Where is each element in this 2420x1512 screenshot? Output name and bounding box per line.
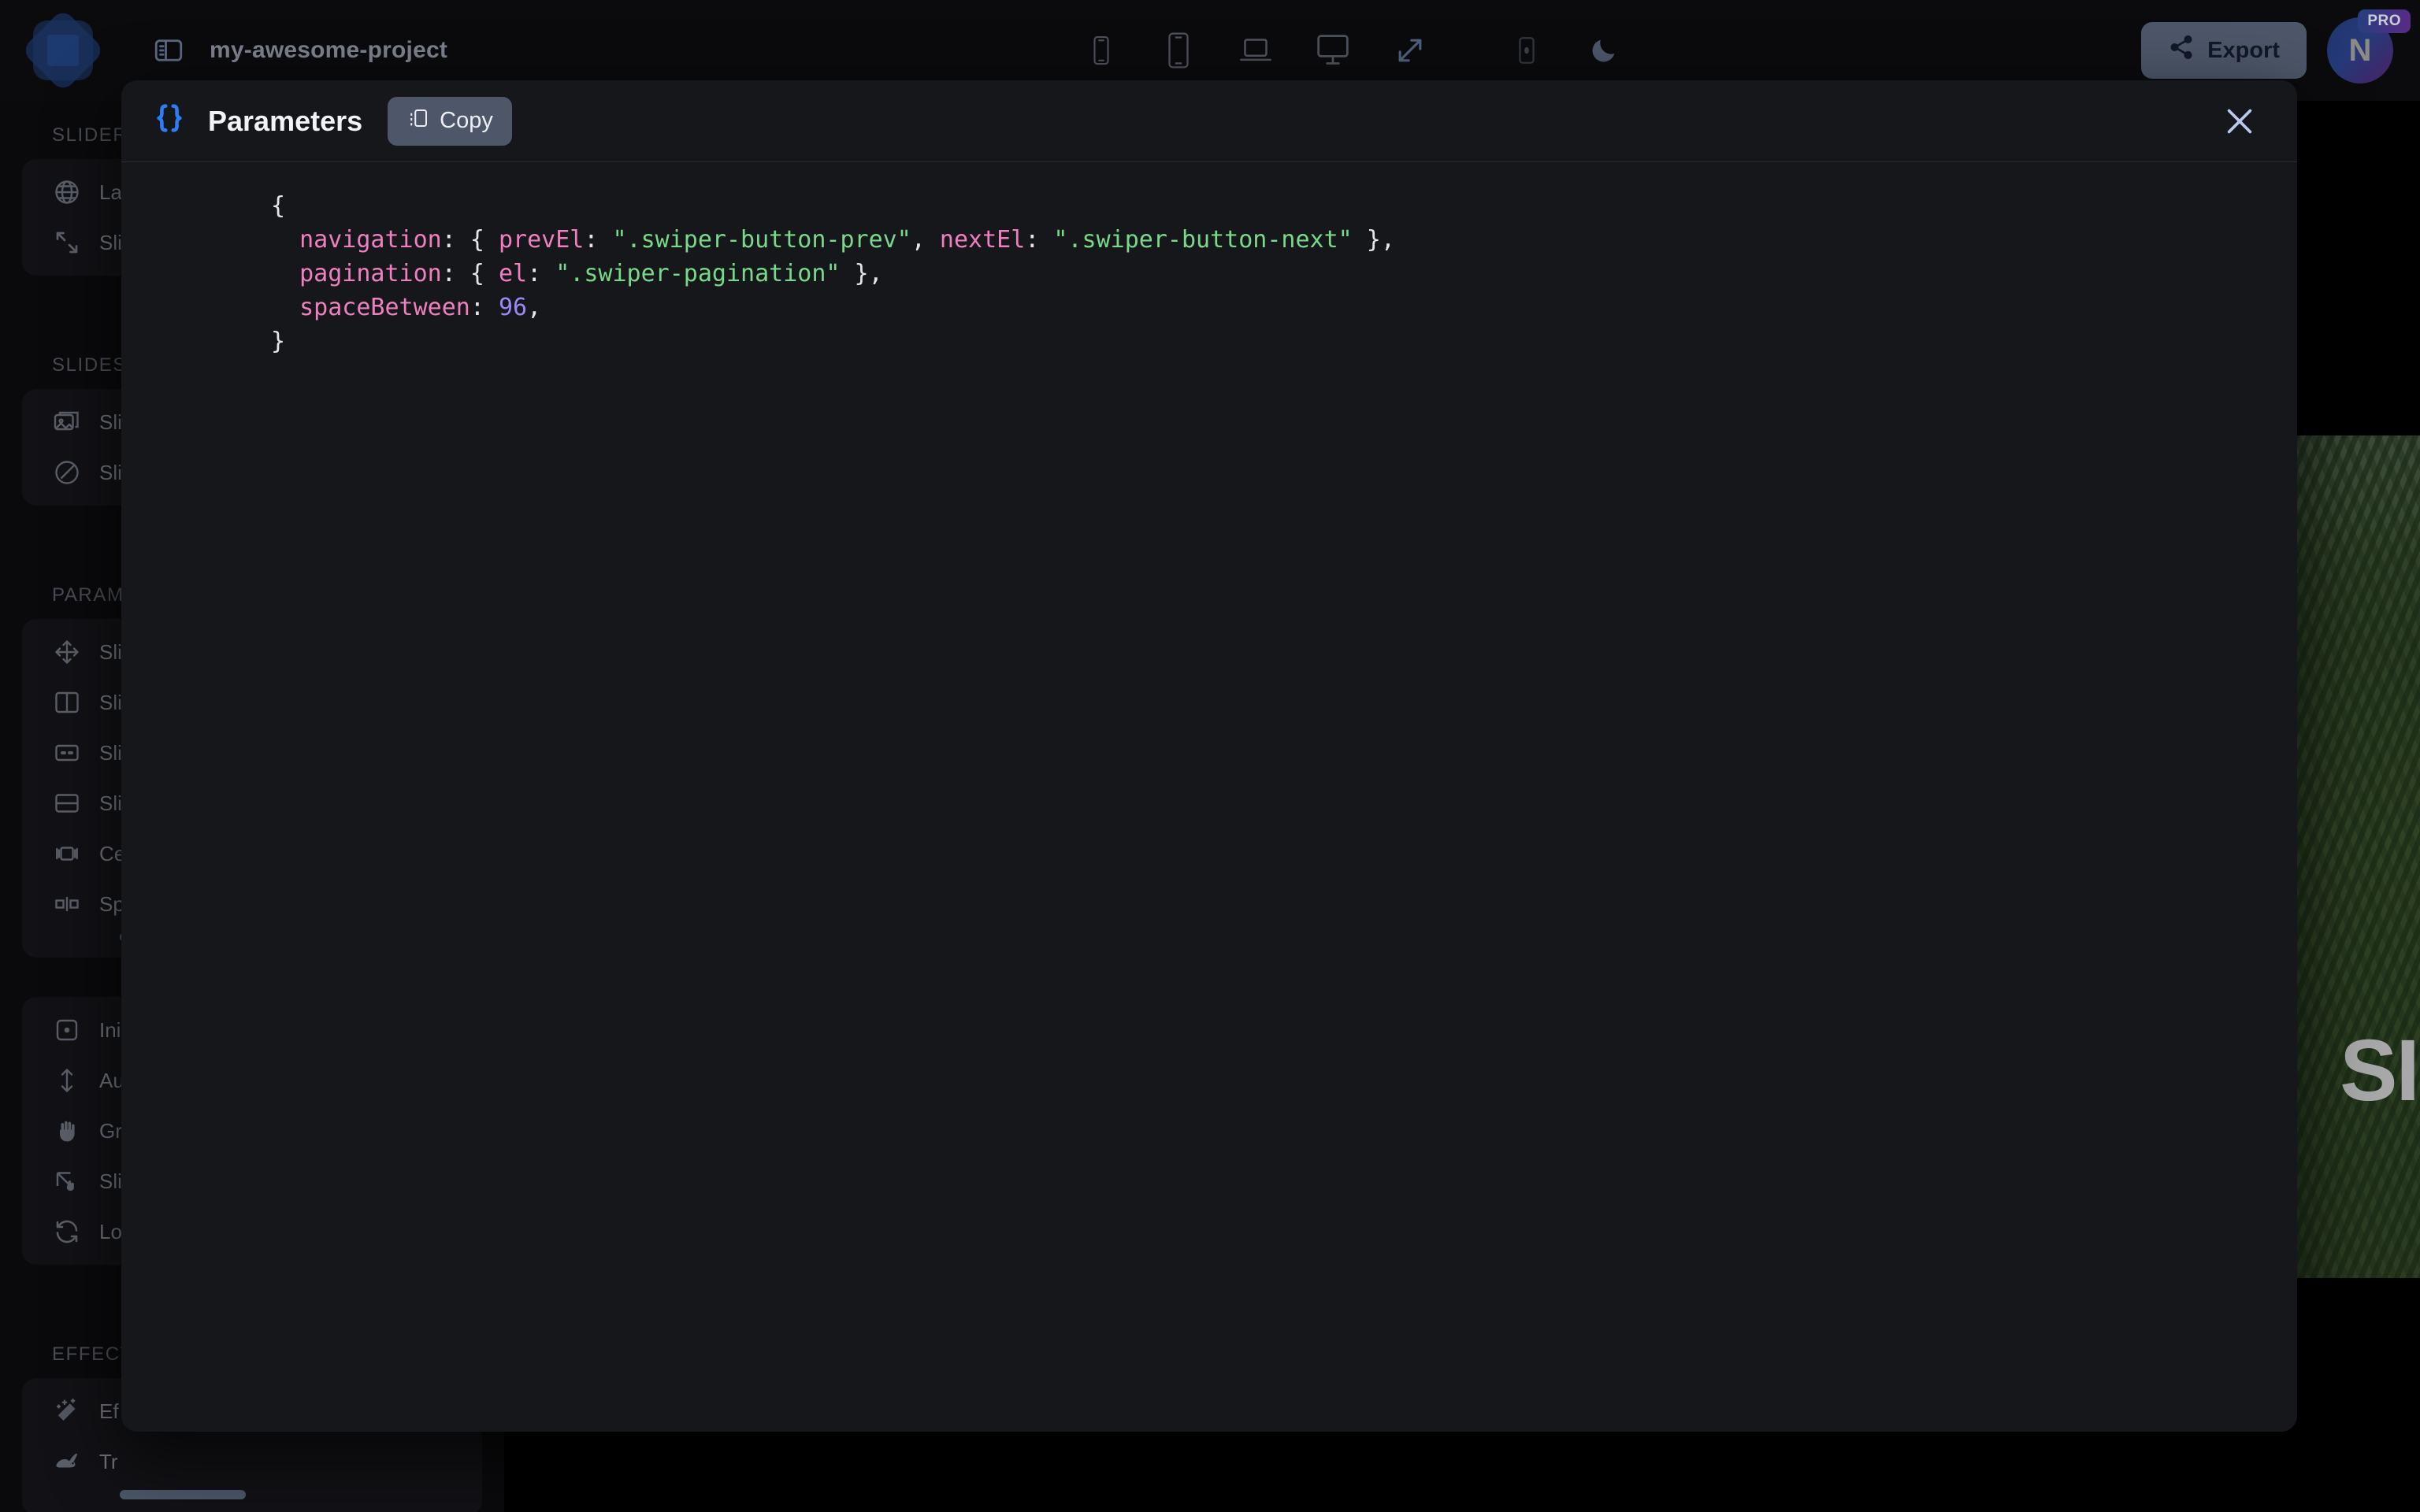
sidebar-item-transition-speed[interactable]: Tr	[22, 1436, 482, 1487]
space-between-icon	[46, 887, 88, 921]
export-button[interactable]: Export	[2141, 22, 2307, 79]
parameters-modal: Parameters Copy { navigation: { prevEl: …	[121, 80, 2297, 1432]
panel-left-icon[interactable]	[145, 27, 192, 74]
code-token: navigation	[271, 226, 442, 254]
code-token: {	[271, 192, 286, 220]
moon-icon[interactable]	[1582, 28, 1626, 72]
images-icon	[46, 405, 88, 439]
code-token: ".swiper-button-prev"	[612, 226, 911, 254]
sidebar-item-label: Ini	[99, 1017, 121, 1042]
code-line: }	[271, 324, 2297, 358]
code-token: ,	[527, 294, 542, 321]
user-avatar[interactable]: N PRO	[2327, 9, 2411, 83]
circle-slash-icon	[46, 455, 88, 490]
expand-diagonal-icon[interactable]	[1388, 28, 1432, 72]
sidebar-item-label: Sli	[99, 460, 122, 484]
code-line: navigation: { prevEl: ".swiper-button-pr…	[271, 223, 2297, 257]
sidebar-item-label: Sli	[99, 639, 122, 664]
sidebar-item-label: Tr	[99, 1449, 118, 1473]
move-icon	[46, 635, 88, 669]
preview-headline: SI	[2340, 1022, 2420, 1119]
sidebar-item-label: Ef	[99, 1399, 119, 1423]
code-token: ".swiper-pagination"	[555, 260, 841, 287]
code-line: {	[271, 189, 2297, 223]
sidebar-item-label: La	[99, 180, 122, 204]
code-token: : {	[441, 226, 499, 254]
preview-forest-texture	[2294, 435, 2420, 1278]
transition-speed-slider[interactable]	[120, 1490, 246, 1499]
smartphone-large-icon[interactable]	[1156, 28, 1201, 72]
pro-badge: PRO	[2358, 9, 2411, 33]
copy-button[interactable]: Copy	[388, 96, 512, 146]
resize-diagonal-icon	[46, 225, 88, 260]
center-icon	[46, 836, 88, 871]
sidebar-item-label: Sli	[99, 690, 122, 714]
code-token: :	[584, 226, 613, 254]
frame-icon[interactable]	[1505, 28, 1549, 72]
code-token: spaceBetween	[271, 294, 470, 321]
sidebar-item-label: Sli	[99, 1169, 122, 1193]
project-title: my-awesome-project	[210, 37, 448, 63]
refresh-icon	[46, 1214, 88, 1249]
code-token: },	[840, 260, 883, 287]
curly-braces-icon	[151, 100, 187, 142]
sidebar-item-label: Sli	[99, 230, 122, 254]
dot-square-icon	[46, 1013, 88, 1047]
code-line: spaceBetween: 96,	[271, 291, 2297, 324]
modal-title: Parameters	[208, 104, 363, 137]
rows-icon	[46, 786, 88, 821]
code-token: ,	[911, 226, 940, 254]
clipboard-icon	[406, 106, 430, 136]
code-token: nextEl	[939, 226, 1026, 254]
code-token: pagination	[271, 260, 442, 287]
logo-shape-center	[47, 35, 79, 66]
code-line: pagination: { el: ".swiper-pagination" }…	[271, 257, 2297, 291]
code-token: :	[527, 260, 556, 287]
app-root: SI SLIDER La Sli SLIDES Sli Sli PARAM Sl…	[0, 0, 2420, 1512]
close-icon[interactable]	[2214, 95, 2266, 147]
columns-icon	[46, 685, 88, 720]
monitor-icon[interactable]	[1311, 28, 1355, 72]
code-token: :	[470, 294, 499, 321]
sparkle-wand-icon	[46, 1394, 88, 1429]
sidebar-item-label: Sli	[99, 740, 122, 765]
export-label: Export	[2207, 37, 2280, 63]
share-icon	[2168, 34, 2195, 67]
code-token: },	[1352, 226, 1395, 254]
arrows-vertical-icon	[46, 1063, 88, 1098]
code-token: 96	[499, 294, 528, 321]
sidebar-item-label: Sli	[99, 791, 122, 815]
code-token: }	[271, 328, 286, 355]
cursor-click-icon	[46, 1164, 88, 1199]
sidebar-item-label: Lo	[99, 1219, 122, 1243]
code-token: el	[499, 260, 528, 287]
globe-icon	[46, 175, 88, 209]
modal-header: Parameters Copy	[121, 80, 2297, 162]
code-token: : {	[441, 260, 499, 287]
slide-preview-image: SI	[2294, 435, 2420, 1278]
logo-mark-icon	[20, 8, 106, 93]
code-token: ".swiper-button-next"	[1053, 226, 1353, 254]
parameters-code-block[interactable]: { navigation: { prevEl: ".swiper-button-…	[121, 162, 2297, 358]
sidebar-item-label: Sli	[99, 410, 122, 434]
copy-label: Copy	[440, 108, 493, 133]
app-logo[interactable]	[0, 0, 126, 101]
hand-icon	[46, 1114, 88, 1148]
rectangle-dots-icon	[46, 736, 88, 770]
laptop-icon[interactable]	[1234, 28, 1278, 72]
code-token: :	[1025, 226, 1054, 254]
sidebar-item-label: Gr	[99, 1118, 122, 1143]
rabbit-icon	[46, 1444, 88, 1479]
code-token: prevEl	[499, 226, 585, 254]
smartphone-icon[interactable]	[1079, 28, 1123, 72]
